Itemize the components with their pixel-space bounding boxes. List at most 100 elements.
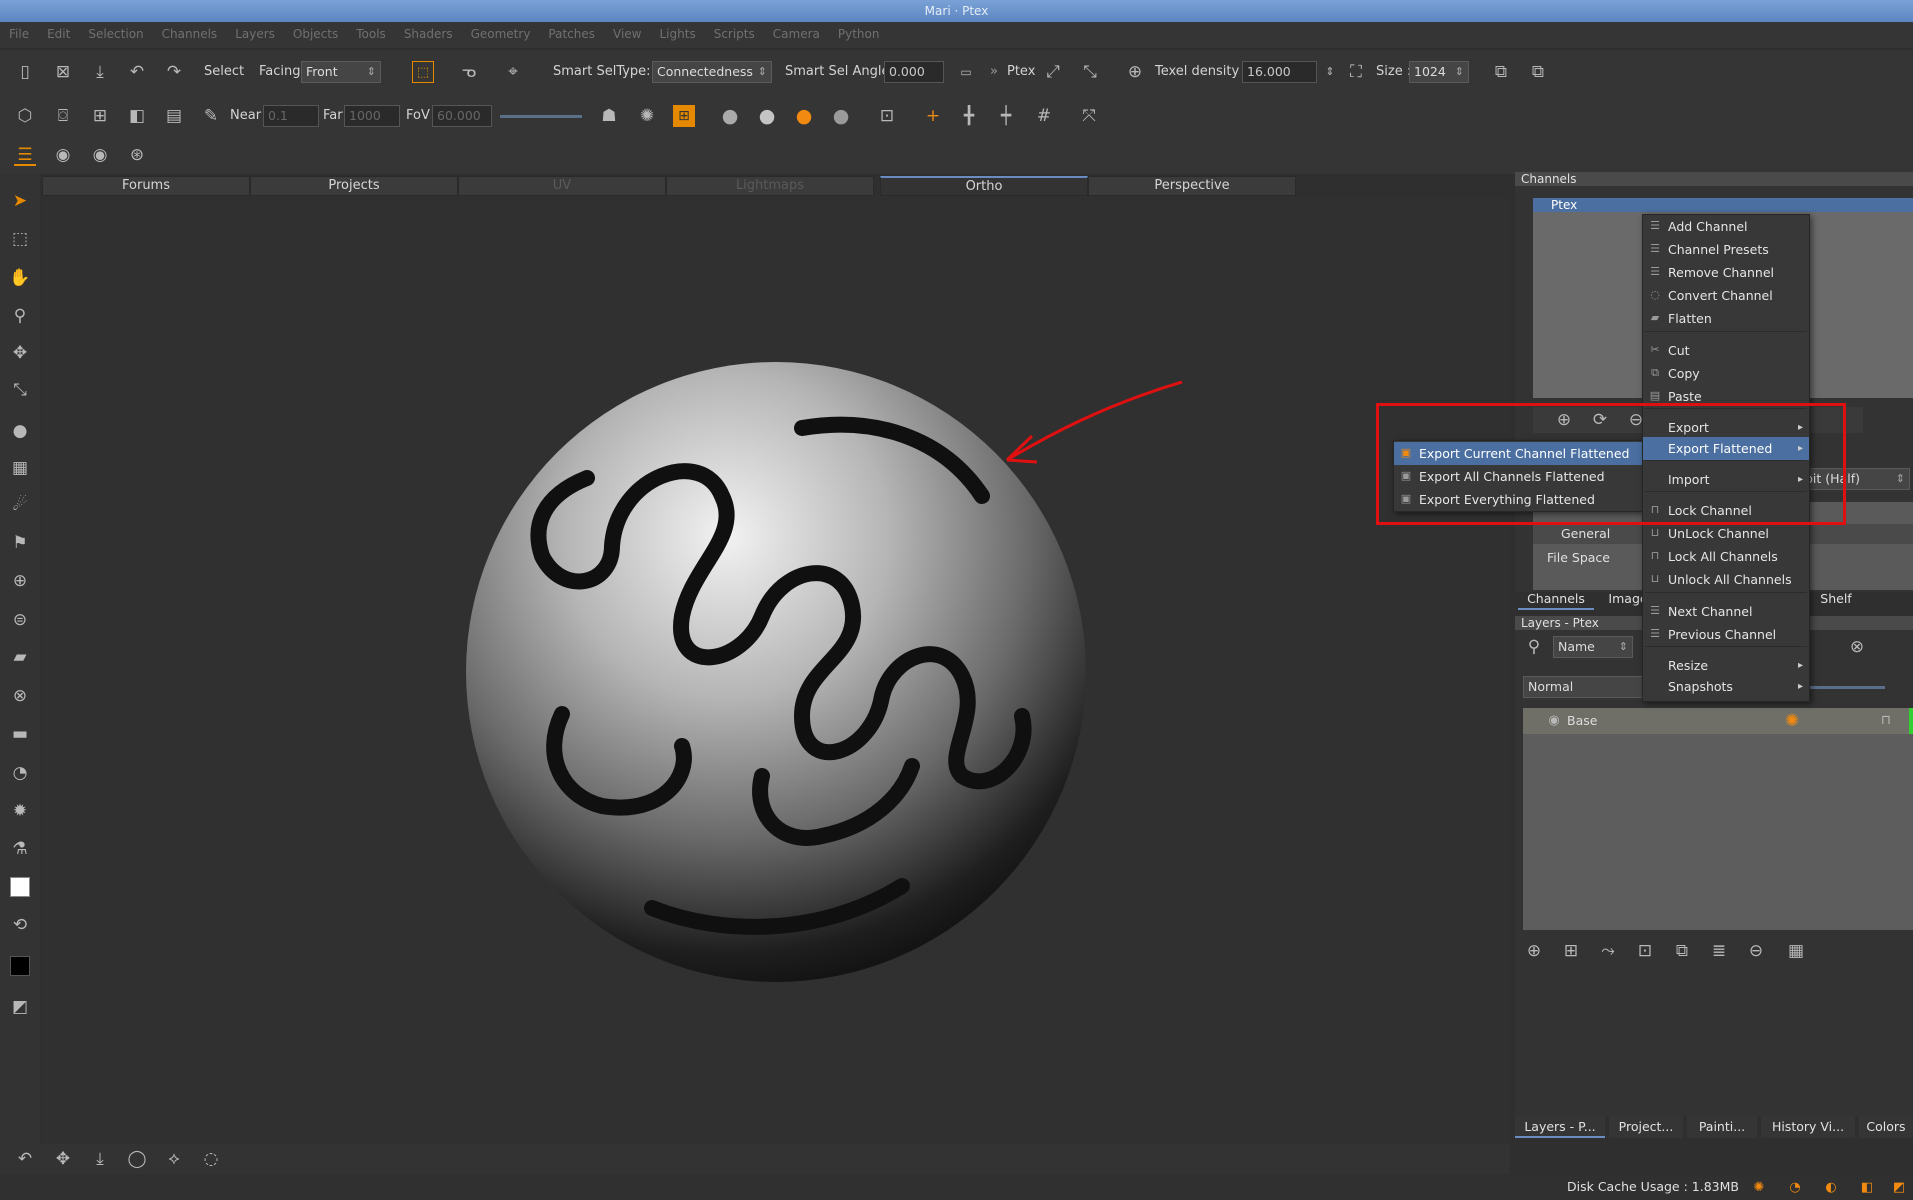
smudge-icon[interactable]: ☄ bbox=[9, 494, 31, 516]
far-input[interactable]: 1000 bbox=[344, 105, 400, 127]
tab-perspective[interactable]: Perspective bbox=[1088, 176, 1296, 196]
layer-copy-icon[interactable]: ⧉ bbox=[1490, 61, 1512, 83]
menu-item-channel-presets[interactable]: ☰ Channel Presets bbox=[1643, 238, 1809, 261]
settings-gear-icon[interactable]: ✺ bbox=[636, 105, 658, 127]
menu-item-resize[interactable]: Resize ▸ bbox=[1643, 654, 1809, 677]
swap-colors-icon[interactable]: ⟲ bbox=[9, 914, 31, 936]
menu-item-add-channel[interactable]: ☰ Add Channel bbox=[1643, 215, 1809, 238]
search-icon[interactable]: ⚲ bbox=[1523, 636, 1545, 658]
axis-y-icon[interactable]: ┿ bbox=[995, 105, 1017, 127]
texel-density-input[interactable]: 16.000 bbox=[1242, 61, 1317, 83]
light-icon[interactable]: ☗ bbox=[598, 105, 620, 127]
camera-icon[interactable]: ⌼ bbox=[52, 105, 74, 127]
menu-scripts[interactable]: Scripts bbox=[714, 27, 755, 41]
menu-item-flatten[interactable]: ▰ Flatten bbox=[1643, 307, 1809, 330]
smart-sel-type-select[interactable]: Connectedness bbox=[652, 61, 772, 83]
grid-view-icon[interactable]: ▦ bbox=[1785, 940, 1807, 962]
translate-icon[interactable]: ✥ bbox=[52, 1148, 74, 1170]
ptex-shrink-icon[interactable]: ⤡ bbox=[1079, 61, 1101, 83]
menu-selection[interactable]: Selection bbox=[88, 27, 143, 41]
tab-forums[interactable]: Forums bbox=[42, 176, 250, 196]
dodge-icon[interactable]: ◔ bbox=[9, 762, 31, 784]
tab-colors[interactable]: Colors bbox=[1859, 1116, 1913, 1138]
menu-item-copy[interactable]: ⧉ Copy bbox=[1643, 362, 1809, 385]
foreground-color-swatch[interactable] bbox=[10, 877, 30, 897]
frame-icon[interactable]: ⊞ bbox=[89, 105, 111, 127]
tab-lightmaps[interactable]: Lightmaps bbox=[666, 176, 874, 196]
menu-python[interactable]: Python bbox=[838, 27, 880, 41]
menu-lights[interactable]: Lights bbox=[660, 27, 696, 41]
axis-x-icon[interactable]: ╋ bbox=[958, 105, 980, 127]
smart-sel-angle-input[interactable]: 0.000 bbox=[884, 61, 944, 83]
add-adjustment-layer-icon[interactable]: ⊞ bbox=[1560, 940, 1582, 962]
menu-tools[interactable]: Tools bbox=[356, 27, 386, 41]
burn-icon[interactable]: ✹ bbox=[9, 800, 31, 822]
menu-item-remove-channel[interactable]: ☰ Remove Channel bbox=[1643, 261, 1809, 284]
grid-icon[interactable]: # bbox=[1033, 105, 1055, 127]
eyedropper-icon[interactable]: ⚗ bbox=[9, 838, 31, 860]
layer-filter-select[interactable]: Name bbox=[1553, 636, 1633, 658]
rect-select-icon[interactable]: ⬚ bbox=[412, 61, 434, 83]
layer-paste-icon[interactable]: ⧉ bbox=[1527, 61, 1549, 83]
hand-icon[interactable]: ✋ bbox=[9, 267, 31, 289]
orbit-icon[interactable]: ⟡ bbox=[163, 1148, 185, 1170]
menu-edit[interactable]: Edit bbox=[47, 27, 70, 41]
facing-select[interactable]: Front bbox=[301, 61, 381, 83]
list-view-icon[interactable]: ≣ bbox=[1708, 940, 1730, 962]
film-icon[interactable]: ▤ bbox=[163, 105, 185, 127]
texture-mode-icon[interactable]: ⊞ bbox=[673, 105, 695, 127]
add-group-icon[interactable]: ⧉ bbox=[1671, 940, 1693, 962]
texel-density-spinner-icon[interactable]: ⇕ bbox=[1319, 61, 1341, 83]
tab-ortho[interactable]: Ortho bbox=[880, 176, 1088, 196]
fov-slider[interactable] bbox=[500, 115, 582, 118]
rotate-icon[interactable]: ◯ bbox=[126, 1148, 148, 1170]
drop-icon[interactable]: ● bbox=[9, 420, 31, 442]
near-input[interactable]: 0.1 bbox=[263, 105, 319, 127]
clone-icon[interactable]: ⊕ bbox=[9, 570, 31, 592]
center-icon[interactable]: + bbox=[922, 105, 944, 127]
channel-row-ptex[interactable]: Ptex bbox=[1533, 198, 1913, 212]
add-mask-icon[interactable]: ⊡ bbox=[1634, 940, 1656, 962]
layer-visibility-eye-icon[interactable]: ◉ bbox=[1543, 710, 1565, 732]
cube-icon[interactable]: ⬡ bbox=[14, 105, 36, 127]
menu-objects[interactable]: Objects bbox=[293, 27, 338, 41]
circle-select-icon[interactable]: ◌ bbox=[200, 1148, 222, 1170]
menu-item-snapshots[interactable]: Snapshots ▸ bbox=[1643, 675, 1809, 698]
tab-uv[interactable]: UV bbox=[458, 176, 666, 196]
menu-item-convert-channel[interactable]: ◌ Convert Channel bbox=[1643, 284, 1809, 307]
layer-row-base[interactable]: ◉ Base ✺ ⊓ bbox=[1523, 708, 1913, 734]
menu-camera[interactable]: Camera bbox=[773, 27, 820, 41]
default-colors-icon[interactable]: ◩ bbox=[9, 996, 31, 1018]
pin-icon[interactable]: ⚑ bbox=[9, 532, 31, 554]
clear-filter-icon[interactable]: ⊗ bbox=[1846, 636, 1868, 658]
fov-input[interactable]: 60.000 bbox=[432, 105, 492, 127]
eye-group-icon[interactable]: ⊛ bbox=[126, 144, 148, 166]
zoom-icon[interactable]: ⚲ bbox=[9, 305, 31, 327]
eye-alt-icon[interactable]: ◉ bbox=[89, 144, 111, 166]
angle-slider-icon[interactable]: ▭ bbox=[955, 61, 977, 83]
tab-shelf[interactable]: Shelf bbox=[1806, 588, 1866, 610]
drop-down-icon[interactable]: ⤓ bbox=[89, 1148, 111, 1170]
gradient-icon[interactable]: ▬ bbox=[9, 723, 31, 745]
save-icon[interactable]: ⤓ bbox=[89, 61, 111, 83]
fit-icon[interactable]: ⛶ bbox=[1345, 61, 1367, 83]
overflow-icon[interactable]: » bbox=[990, 61, 998, 83]
viewport-3d[interactable] bbox=[42, 196, 1510, 1144]
menu-shaders[interactable]: Shaders bbox=[404, 27, 453, 41]
menu-item-unlock-channel[interactable]: ⊔ UnLock Channel bbox=[1643, 522, 1809, 545]
menu-item-lock-all-channels[interactable]: ⊓ Lock All Channels bbox=[1643, 545, 1809, 568]
brush-icon[interactable]: ✎ bbox=[200, 105, 222, 127]
scale-icon[interactable]: ⤡ bbox=[9, 379, 31, 401]
tab-channels[interactable]: Channels bbox=[1518, 588, 1594, 610]
background-color-swatch[interactable] bbox=[10, 956, 30, 976]
menu-item-unlock-all-channels[interactable]: ⊔ Unlock All Channels bbox=[1643, 568, 1809, 591]
paint-eye-icon[interactable]: ☰ bbox=[14, 144, 36, 166]
menu-item-next-channel[interactable]: ☰ Next Channel bbox=[1643, 600, 1809, 623]
menu-item-cut[interactable]: ✂ Cut bbox=[1643, 339, 1809, 362]
tab-projects[interactable]: Projects bbox=[250, 176, 458, 196]
flat-shade-icon[interactable]: ● bbox=[719, 105, 741, 127]
menu-item-previous-channel[interactable]: ☰ Previous Channel bbox=[1643, 623, 1809, 646]
full-shade-icon[interactable]: ● bbox=[793, 105, 815, 127]
layer-lock-icon[interactable]: ⊓ bbox=[1875, 710, 1897, 732]
menu-file[interactable]: File bbox=[9, 27, 29, 41]
